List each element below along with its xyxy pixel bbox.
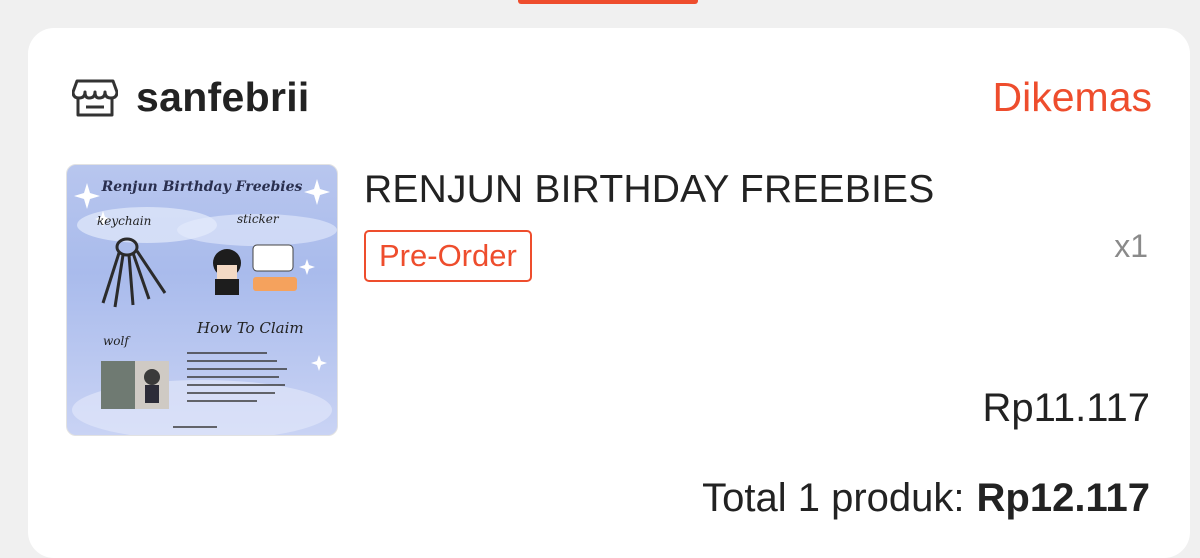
image-header-text: Renjun Birthday Freebies <box>101 179 303 195</box>
order-status: Dikemas <box>992 74 1152 120</box>
product-quantity: x1 <box>1114 228 1148 264</box>
order-total: Total 1 produk: Rp12.117 <box>702 476 1150 521</box>
product-image[interactable]: Renjun Birthday Freebies keychain sticke… <box>66 164 338 436</box>
total-amount: Rp12.117 <box>976 476 1150 520</box>
store-icon <box>71 78 119 118</box>
top-strip <box>0 0 1200 30</box>
preorder-badge: Pre-Order <box>364 230 532 282</box>
shop-header[interactable]: sanfebrii Dikemas <box>28 68 1190 124</box>
shop-name[interactable]: sanfebrii <box>136 74 310 121</box>
product-price: Rp11.117 <box>982 386 1150 430</box>
image-label-wolf: wolf <box>103 334 131 348</box>
order-card[interactable]: sanfebrii Dikemas Renjun Birthday Freebi… <box>28 28 1190 558</box>
image-label-keychain: keychain <box>97 214 151 228</box>
total-label: Total 1 produk: <box>702 476 965 520</box>
active-tab-indicator <box>518 0 698 4</box>
image-label-how-to-claim: How To Claim <box>196 319 304 337</box>
product-title[interactable]: RENJUN BIRTHDAY FREEBIES <box>364 168 934 212</box>
image-label-sticker: sticker <box>237 212 280 226</box>
